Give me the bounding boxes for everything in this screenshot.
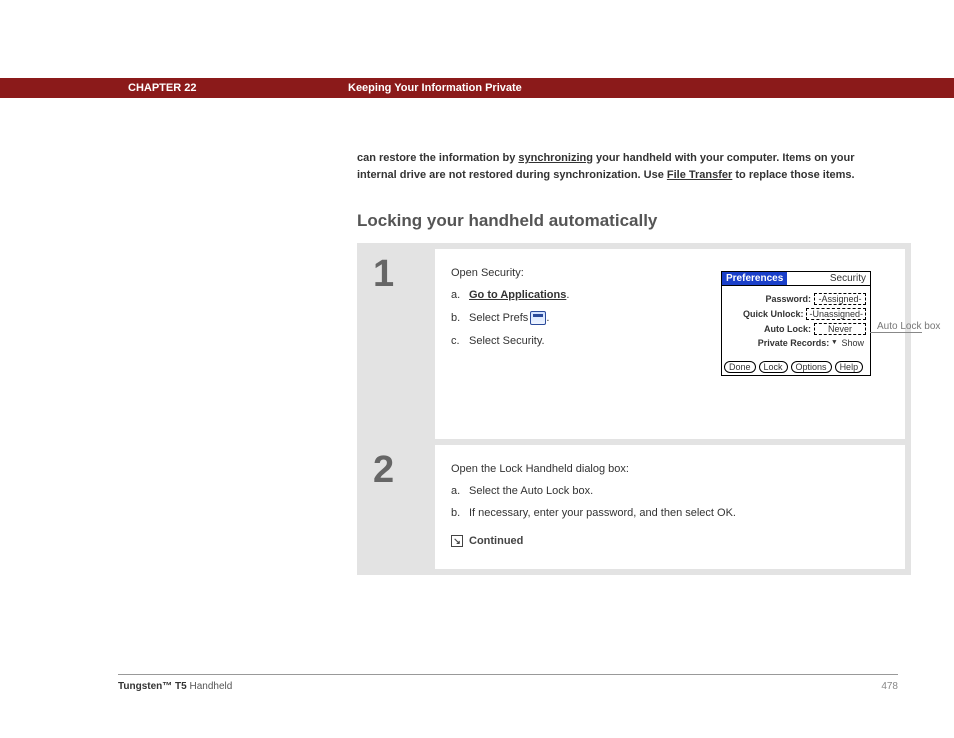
callout-line (870, 332, 922, 333)
prefs-icon (530, 311, 546, 325)
page-footer: Tungsten™ T5 Handheld 478 (118, 674, 898, 692)
palm-label: Password: (765, 294, 811, 304)
continued-indicator: ↘ Continued (451, 535, 889, 547)
step-number: 2 (363, 445, 435, 569)
product-name: Tungsten™ T5 Handheld (118, 681, 232, 692)
substep-suffix: . (546, 312, 549, 324)
substep-letter: b. (451, 507, 469, 519)
palm-value: -Unassigned- (806, 308, 866, 320)
substep-letter: a. (451, 289, 469, 301)
product-rest: Handheld (187, 681, 233, 692)
palm-lock-button: Lock (759, 361, 788, 373)
product-bold: Tungsten™ T5 (118, 681, 187, 692)
substep-b: b. If necessary, enter your password, an… (451, 507, 889, 519)
substep-text: If necessary, enter your password, and t… (469, 507, 736, 519)
palm-value: -Assigned- (814, 293, 866, 305)
substep-text: Select Prefs (469, 312, 528, 324)
palm-done-button: Done (724, 361, 756, 373)
chapter-header: CHAPTER 22 Keeping Your Information Priv… (0, 78, 954, 98)
palm-title-left: Preferences (722, 272, 787, 285)
callout-label: Auto Lock box (877, 321, 954, 332)
step-number: 1 (363, 249, 435, 439)
step-lead: Open the Lock Handheld dialog box: (451, 463, 889, 475)
substep-c: c. Select Security. (451, 335, 721, 347)
file-transfer-link[interactable]: File Transfer (667, 169, 732, 181)
synchronizing-link[interactable]: synchronizing (518, 152, 593, 164)
palm-value: Show (839, 338, 866, 348)
step-1: 1 Preferences Security Password: -Assign… (363, 249, 905, 439)
intro-text-suffix: to replace those items. (732, 169, 854, 181)
palm-screenshot: Preferences Security Password: -Assigned… (721, 271, 871, 376)
substep-letter: b. (451, 312, 469, 324)
intro-text-prefix: can restore the information by (357, 152, 518, 164)
palm-label: Private Records: (758, 338, 830, 348)
step-sublist: a. Select the Auto Lock box. b. If neces… (451, 485, 889, 519)
steps-container: 1 Preferences Security Password: -Assign… (357, 243, 911, 575)
palm-options-button: Options (791, 361, 832, 373)
substep-text: Select Security. (469, 335, 545, 347)
header-main-block: CHAPTER 22 Keeping Your Information Priv… (118, 78, 954, 98)
palm-value: Never (814, 323, 866, 335)
palm-help-button: Help (835, 361, 864, 373)
palm-row-password: Password: -Assigned- (726, 293, 866, 305)
substep-letter: a. (451, 485, 469, 497)
page-number: 478 (881, 681, 898, 692)
palm-row-quickunlock: Quick Unlock: -Unassigned- (726, 308, 866, 320)
palm-label: Auto Lock: (764, 324, 811, 334)
substep-text: Select the Auto Lock box. (469, 485, 593, 497)
substep-a: a. Go to Applications. (451, 289, 721, 301)
screenshot-zone: Preferences Security Password: -Assigned… (729, 267, 889, 417)
substep-b: b. Select Prefs . (451, 311, 721, 325)
palm-row-autolock: Auto Lock: Never (726, 323, 866, 335)
palm-row-private: Private Records: ▼ Show (726, 338, 866, 348)
substep-suffix: . (566, 289, 569, 301)
page-content: can restore the information by synchroni… (357, 150, 897, 575)
palm-titlebar: Preferences Security (722, 272, 870, 286)
header-left-block (0, 78, 118, 98)
step-2: 2 Open the Lock Handheld dialog box: a. … (363, 445, 905, 569)
section-heading: Locking your handheld automatically (357, 211, 897, 231)
palm-title-right: Security (826, 272, 870, 285)
substep-a: a. Select the Auto Lock box. (451, 485, 889, 497)
dropdown-icon: ▼ (832, 339, 836, 347)
step-body: Preferences Security Password: -Assigned… (435, 249, 905, 439)
palm-buttons: Done Lock Options Help (724, 361, 868, 373)
palm-label: Quick Unlock: (743, 309, 804, 319)
go-to-applications-link[interactable]: Go to Applications (469, 289, 566, 301)
continued-arrow-icon: ↘ (451, 535, 463, 547)
chapter-label: CHAPTER 22 (118, 82, 348, 94)
chapter-title: Keeping Your Information Private (348, 82, 522, 94)
continued-label: Continued (469, 535, 523, 547)
step-body: Open the Lock Handheld dialog box: a. Se… (435, 445, 905, 569)
substep-letter: c. (451, 335, 469, 347)
intro-paragraph: can restore the information by synchroni… (357, 150, 897, 183)
